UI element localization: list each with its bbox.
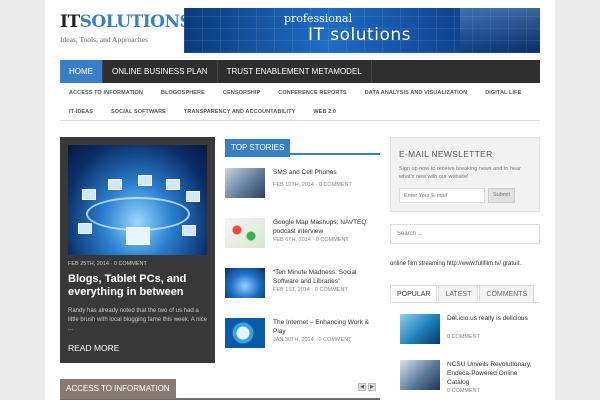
site-logo[interactable]: ITSOLUTIONS Ideas, Tools, and Approaches [60,12,192,44]
monitor-icon [166,179,180,190]
tab-popular[interactable]: POPULAR [390,285,438,302]
list-item: The Internet – Enhancing Work & Play JAN… [225,318,380,352]
category-nav: ACCESS TO INFORMATION BLOGOSPHERE CENSOR… [60,83,540,121]
search-input[interactable] [390,224,540,244]
featured-post-title[interactable]: Blogs, Tablet PCs, and everything in bet… [68,273,208,299]
newsletter-submit-button[interactable]: Submit [488,188,515,203]
newsletter-text: Sign up now to receive breaking news and… [399,166,521,180]
stream-text-widget: online film streaming http://www.fullfil… [390,261,522,267]
story-title[interactable]: The Internet – Enhancing Work & Play [273,318,380,336]
story-thumbnail[interactable] [225,218,265,248]
next-arrow-icon[interactable]: ▶ [368,383,376,391]
popular-title[interactable]: Del.icio.us really is delicious [447,314,537,323]
nav-item-home[interactable]: HOME [60,60,103,83]
popular-meta: 0 COMMENT [447,388,480,394]
main-nav: HOME ONLINE BUSINESS PLAN TRUST ENABLEME… [60,60,540,83]
category-digital-life[interactable]: DIGITAL LIFE [476,90,530,96]
list-item: “Ten Minute Madness: Social Software and… [225,268,380,302]
central-monitor-icon [126,227,150,245]
monitor-icon [138,175,152,186]
monitor-icon [182,225,196,236]
category-censorship[interactable]: CENSORSHIP [214,90,269,96]
newsletter-widget: E-MAIL NEWSLETTER Sign up now to receive… [390,137,540,212]
logo-title: ITSOLUTIONS [60,12,192,32]
category-transparency[interactable]: TRANSPARENCY AND ACCOUNTABILITY [175,109,304,115]
featured-post-date: FEB 25TH, 2014 · 0 COMMENT [68,261,147,267]
monitor-icon [78,223,92,234]
banner-cables-image [460,8,540,53]
category-row-2: IT-IDEAS SOCIAL SOFTWARE TRANSPARENCY AN… [60,102,540,121]
monitor-icon [82,189,96,200]
logo-tagline: Ideas, Tools, and Approaches [60,35,148,44]
story-date: JAN 30TH, 2014 · 0 COMMENT [273,337,352,343]
story-thumbnail[interactable] [225,268,265,298]
popular-title[interactable]: NCSU Unveils Revolutionary, Endeca-Power… [447,360,537,387]
list-item: Del.icio.us really is delicious 0 COMMEN… [400,314,540,350]
list-item: Google Map Mashups; NAVTEQ podcast inter… [225,218,380,252]
popular-meta: 0 COMMENT [447,334,480,340]
featured-post-excerpt: Randy has already noted that the two of … [68,308,208,332]
category-it-ideas[interactable]: IT-IDEAS [60,109,102,115]
prev-arrow-icon[interactable]: ◀ [358,383,366,391]
category-data-analysis[interactable]: DATA ANALYSIS AND VISUALIZATION [356,90,477,96]
nav-item-trust-enablement-metamodel[interactable]: TRUST ENABLEMENT METAMODEL [218,60,372,83]
list-item: NCSU Unveils Revolutionary, Endeca-Power… [400,360,540,396]
top-stories-label: TOP STORIES [225,139,291,157]
monitor-icon [108,179,122,190]
category-social-software[interactable]: SOCIAL SOFTWARE [102,109,175,115]
banner-line1: professional [284,12,353,25]
story-thumbnail[interactable] [225,318,265,348]
access-to-information-section: ACCESS TO INFORMATION ◀ ▶ [60,378,380,400]
nav-item-online-business-plan[interactable]: ONLINE BUSINESS PLAN [103,60,218,83]
category-conference-reports[interactable]: CONFERENCE REPORTS [269,90,355,96]
popular-thumbnail[interactable] [400,360,440,390]
category-blogosphere[interactable]: BLOGOSPHERE [152,90,214,96]
story-title[interactable]: SMS and Cell Phones [273,168,380,177]
list-item: SMS and Cell Phones FEB 10TH, 2014 · 0 C… [225,168,380,202]
newsletter-title: E-MAIL NEWSLETTER [399,149,493,159]
featured-post-image[interactable] [68,145,207,255]
story-title[interactable]: “Ten Minute Madness: Social Software and… [273,268,380,286]
page: ITSOLUTIONS Ideas, Tools, and Approaches… [45,0,555,400]
network-ring-shape [86,197,190,231]
header-banner[interactable]: professional IT solutions [184,8,540,53]
story-date: FEB 1ST, 2014 · 0 COMMENT [273,287,348,293]
top-stories-header: TOP STORIES [225,137,380,157]
sidebar-tabs: POPULAR LATEST COMMENTS [390,285,540,303]
story-date: FEB 6TH, 2014 · 0 COMMENT [273,237,349,243]
read-more-link[interactable]: READ MORE [68,343,119,353]
featured-post: FEB 25TH, 2014 · 0 COMMENT Blogs, Tablet… [60,137,215,363]
popular-thumbnail[interactable] [400,314,440,344]
banner-line2: IT solutions [308,25,411,45]
section-label: ACCESS TO INFORMATION [60,379,176,399]
category-web-20[interactable]: WEB 2.0 [304,109,345,115]
story-thumbnail[interactable] [225,168,265,198]
tab-latest[interactable]: LATEST [438,285,479,302]
category-access-to-information[interactable]: ACCESS TO INFORMATION [60,90,152,96]
tab-comments[interactable]: COMMENTS [479,285,535,302]
newsletter-email-field[interactable] [399,188,485,203]
category-row-1: ACCESS TO INFORMATION BLOGOSPHERE CENSOR… [60,83,540,102]
story-date: FEB 10TH, 2014 · 0 COMMENT [273,182,352,188]
story-title[interactable]: Google Map Mashups; NAVTEQ podcast inter… [273,218,380,236]
monitor-icon [186,191,200,202]
